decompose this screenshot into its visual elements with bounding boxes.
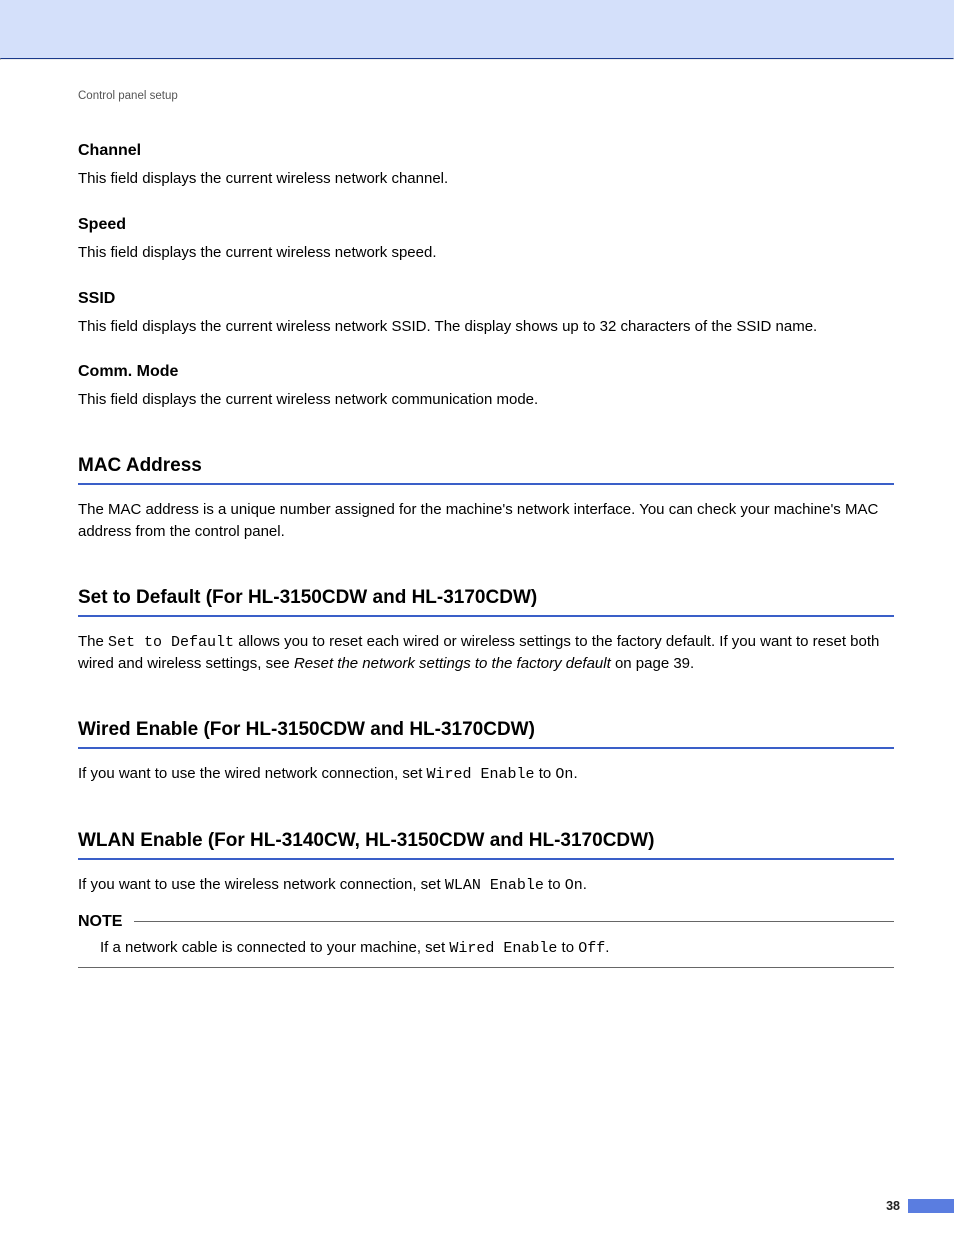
breadcrumb: Control panel setup [78,90,894,102]
ssid-heading: SSID [78,290,894,308]
text: . [605,939,609,956]
text: . [573,765,577,782]
section-rule [78,615,894,617]
page-number: 38 [886,1199,908,1213]
channel-body: This field displays the current wireless… [78,168,894,190]
code-text: On [555,766,573,783]
text: If you want to use the wired network con… [78,765,427,782]
note-body: If a network cable is connected to your … [78,931,894,967]
mac-address-body: The MAC address is a unique number assig… [78,499,894,543]
text: If you want to use the wireless network … [78,876,445,893]
code-text: Off [578,940,605,957]
cross-reference: Reset the network settings to the factor… [294,655,611,672]
page-footer: 38 [886,1199,954,1213]
section-rule [78,747,894,749]
note-bottom-rule [78,967,894,968]
header-band [0,0,954,58]
speed-heading: Speed [78,216,894,234]
comm-mode-heading: Comm. Mode [78,363,894,381]
text: to [535,765,556,782]
note-header: NOTE [78,913,894,931]
text: The [78,633,108,650]
section-rule [78,858,894,860]
code-text: On [565,877,583,894]
speed-body: This field displays the current wireless… [78,242,894,264]
wlan-enable-body: If you want to use the wireless network … [78,874,894,897]
mac-address-heading: MAC Address [78,455,894,477]
code-text: WLAN Enable [445,877,544,894]
text: to [544,876,565,893]
wired-enable-heading: Wired Enable (For HL-3150CDW and HL-3170… [78,719,894,741]
text: If a network cable is connected to your … [100,939,449,956]
code-text: Wired Enable [449,940,557,957]
note-rule [134,921,894,922]
set-to-default-body: The Set to Default allows you to reset e… [78,631,894,676]
section-rule [78,483,894,485]
code-text: Set to Default [108,634,234,651]
comm-mode-body: This field displays the current wireless… [78,389,894,411]
channel-heading: Channel [78,142,894,160]
text: to [557,939,578,956]
wlan-enable-heading: WLAN Enable (For HL-3140CW, HL-3150CDW a… [78,830,894,852]
page-content: Control panel setup 4 Channel This field… [0,60,954,968]
set-to-default-heading: Set to Default (For HL-3150CDW and HL-31… [78,587,894,609]
ssid-body: This field displays the current wireless… [78,316,894,338]
code-text: Wired Enable [427,766,535,783]
text: . [583,876,587,893]
text: on page 39. [611,655,694,672]
footer-accent [908,1199,954,1213]
wired-enable-body: If you want to use the wired network con… [78,763,894,786]
note-label: NOTE [78,913,122,931]
